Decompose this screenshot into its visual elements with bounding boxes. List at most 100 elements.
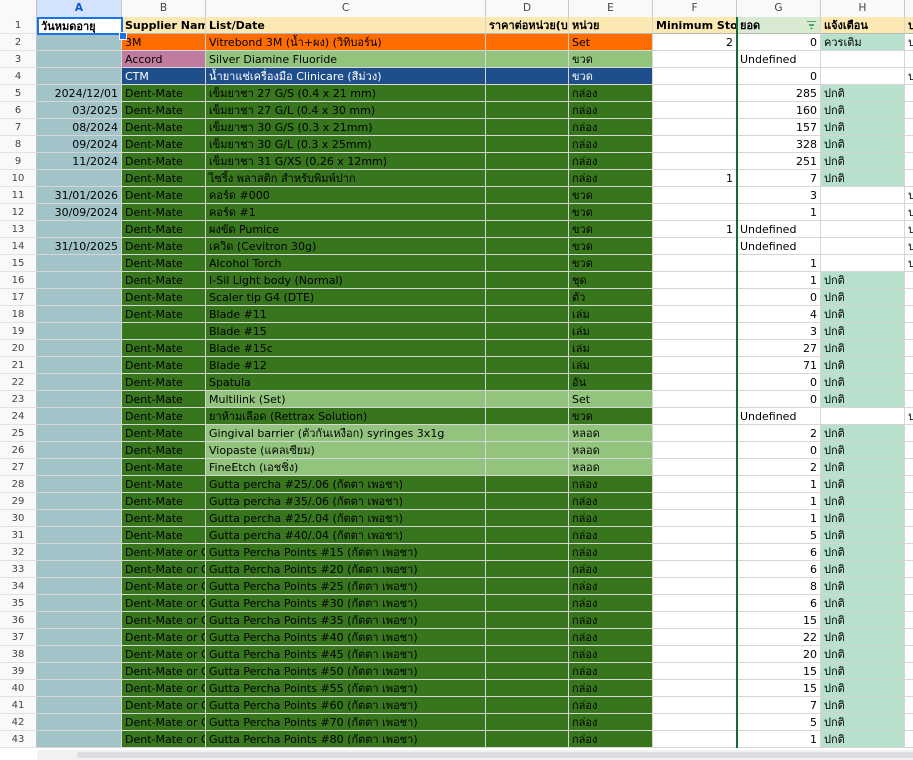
cell-b[interactable]: Dent-Mate or Oc xyxy=(122,578,206,595)
row-number[interactable]: 33 xyxy=(0,561,37,578)
cell-f[interactable] xyxy=(653,357,737,374)
cell-h[interactable]: ปกติ xyxy=(821,697,905,714)
cell-g[interactable]: 157 xyxy=(737,119,821,136)
cell-f[interactable]: 1 xyxy=(653,221,737,238)
cell-b[interactable]: Dent-Mate xyxy=(122,510,206,527)
cell-d[interactable] xyxy=(486,204,569,221)
cell-b[interactable]: Dent-Mate xyxy=(122,119,206,136)
cell-e[interactable]: ชุด xyxy=(569,272,653,289)
cell-c[interactable]: เข็มยาชา 30 G/S (0.3 x 21mm) xyxy=(206,119,486,136)
cell-f[interactable] xyxy=(653,476,737,493)
column-letter-e[interactable]: E xyxy=(569,0,653,17)
cell-d[interactable] xyxy=(486,527,569,544)
cell-f[interactable] xyxy=(653,272,737,289)
cell-g[interactable]: 328 xyxy=(737,136,821,153)
column-letter-c[interactable]: C xyxy=(206,0,486,17)
row-number[interactable]: 18 xyxy=(0,306,37,323)
cell-a[interactable] xyxy=(37,289,122,306)
cell-i[interactable] xyxy=(905,714,913,731)
cell-h[interactable]: ปกติ xyxy=(821,272,905,289)
cell-i[interactable]: ป xyxy=(905,221,913,238)
cell-h[interactable]: ปกติ xyxy=(821,357,905,374)
cell-f[interactable] xyxy=(653,85,737,102)
row-number[interactable]: 15 xyxy=(0,255,37,272)
cell-i[interactable]: ป xyxy=(905,204,913,221)
cell-h[interactable]: ปกติ xyxy=(821,153,905,170)
cell-c[interactable]: Gutta percha #40/.04 (กัตตา เพอชา) xyxy=(206,527,486,544)
row-number[interactable]: 22 xyxy=(0,374,37,391)
cell-g[interactable]: Undefined xyxy=(737,408,821,425)
header-cell-b[interactable]: Supplier Name xyxy=(122,17,206,34)
cell-h[interactable] xyxy=(821,221,905,238)
cell-e[interactable]: กล่อง xyxy=(569,714,653,731)
cell-i[interactable] xyxy=(905,663,913,680)
cell-a[interactable]: 30/09/2024 xyxy=(37,204,122,221)
cell-a[interactable] xyxy=(37,374,122,391)
cell-b[interactable]: Dent-Mate or Oc xyxy=(122,561,206,578)
cell-a[interactable] xyxy=(37,170,122,187)
cell-a[interactable] xyxy=(37,51,122,68)
row-number[interactable]: 3 xyxy=(0,51,37,68)
cell-h[interactable]: ปกติ xyxy=(821,561,905,578)
cell-e[interactable]: เล่ม xyxy=(569,357,653,374)
cell-i[interactable] xyxy=(905,136,913,153)
cell-c[interactable]: เข็มยาชา 30 G/L (0.3 x 25mm) xyxy=(206,136,486,153)
cell-e[interactable]: กล่อง xyxy=(569,493,653,510)
cell-h[interactable] xyxy=(821,204,905,221)
cell-h[interactable]: ปกติ xyxy=(821,170,905,187)
row-number[interactable]: 30 xyxy=(0,510,37,527)
row-number[interactable]: 26 xyxy=(0,442,37,459)
cell-g[interactable]: 3 xyxy=(737,187,821,204)
cell-g[interactable]: 1 xyxy=(737,510,821,527)
cell-g[interactable]: 1 xyxy=(737,731,821,748)
header-cell-d[interactable]: ราคาต่อหน่วย(บ xyxy=(486,17,569,34)
cell-a[interactable] xyxy=(37,527,122,544)
cell-e[interactable]: กล่อง xyxy=(569,646,653,663)
cell-d[interactable] xyxy=(486,340,569,357)
cell-f[interactable] xyxy=(653,391,737,408)
cell-b[interactable]: Dent-Mate xyxy=(122,85,206,102)
cell-g[interactable]: 5 xyxy=(737,527,821,544)
row-number[interactable]: 35 xyxy=(0,595,37,612)
row-number[interactable]: 28 xyxy=(0,476,37,493)
cell-c[interactable]: Gutta Percha Points #55 (กัตตา เพอชา) xyxy=(206,680,486,697)
row-number[interactable]: 21 xyxy=(0,357,37,374)
row-number[interactable]: 19 xyxy=(0,323,37,340)
cell-d[interactable] xyxy=(486,289,569,306)
cell-c[interactable]: Gutta Percha Points #60 (กัตตา เพอชา) xyxy=(206,697,486,714)
cell-h[interactable]: ปกติ xyxy=(821,544,905,561)
cell-g[interactable]: 20 xyxy=(737,646,821,663)
column-letter-f[interactable]: F xyxy=(653,0,737,17)
cell-i[interactable] xyxy=(905,391,913,408)
cell-g[interactable]: 160 xyxy=(737,102,821,119)
cell-c[interactable]: คอร์ด #1 xyxy=(206,204,486,221)
row-number[interactable]: 23 xyxy=(0,391,37,408)
cell-b[interactable]: Dent-Mate or Oc xyxy=(122,646,206,663)
cell-f[interactable] xyxy=(653,425,737,442)
cell-c[interactable]: Gutta Percha Points #70 (กัตตา เพอชา) xyxy=(206,714,486,731)
cell-a[interactable]: 31/01/2026 xyxy=(37,187,122,204)
row-number[interactable]: 14 xyxy=(0,238,37,255)
cell-i[interactable] xyxy=(905,119,913,136)
cell-g[interactable]: 22 xyxy=(737,629,821,646)
cell-f[interactable] xyxy=(653,119,737,136)
cell-c[interactable]: เข็มยาชา 27 G/S (0.4 x 21 mm) xyxy=(206,85,486,102)
header-cell-g[interactable]: ยอด xyxy=(737,17,821,34)
cell-g[interactable]: 0 xyxy=(737,391,821,408)
cell-d[interactable] xyxy=(486,646,569,663)
cell-d[interactable] xyxy=(486,442,569,459)
cell-b[interactable]: Dent-Mate xyxy=(122,102,206,119)
cell-b[interactable]: Dent-Mate xyxy=(122,255,206,272)
row-number[interactable]: 4 xyxy=(0,68,37,85)
row-number[interactable]: 12 xyxy=(0,204,37,221)
cell-i[interactable] xyxy=(905,578,913,595)
cell-c[interactable]: Scaler tip G4 (DTE) xyxy=(206,289,486,306)
cell-i[interactable] xyxy=(905,646,913,663)
column-letter-d[interactable]: D xyxy=(486,0,569,17)
cell-a[interactable]: 09/2024 xyxy=(37,136,122,153)
cell-i[interactable] xyxy=(905,680,913,697)
cell-b[interactable]: Dent-Mate xyxy=(122,272,206,289)
row-number[interactable]: 38 xyxy=(0,646,37,663)
cell-b[interactable]: Dent-Mate or Oc xyxy=(122,629,206,646)
cell-i[interactable] xyxy=(905,170,913,187)
